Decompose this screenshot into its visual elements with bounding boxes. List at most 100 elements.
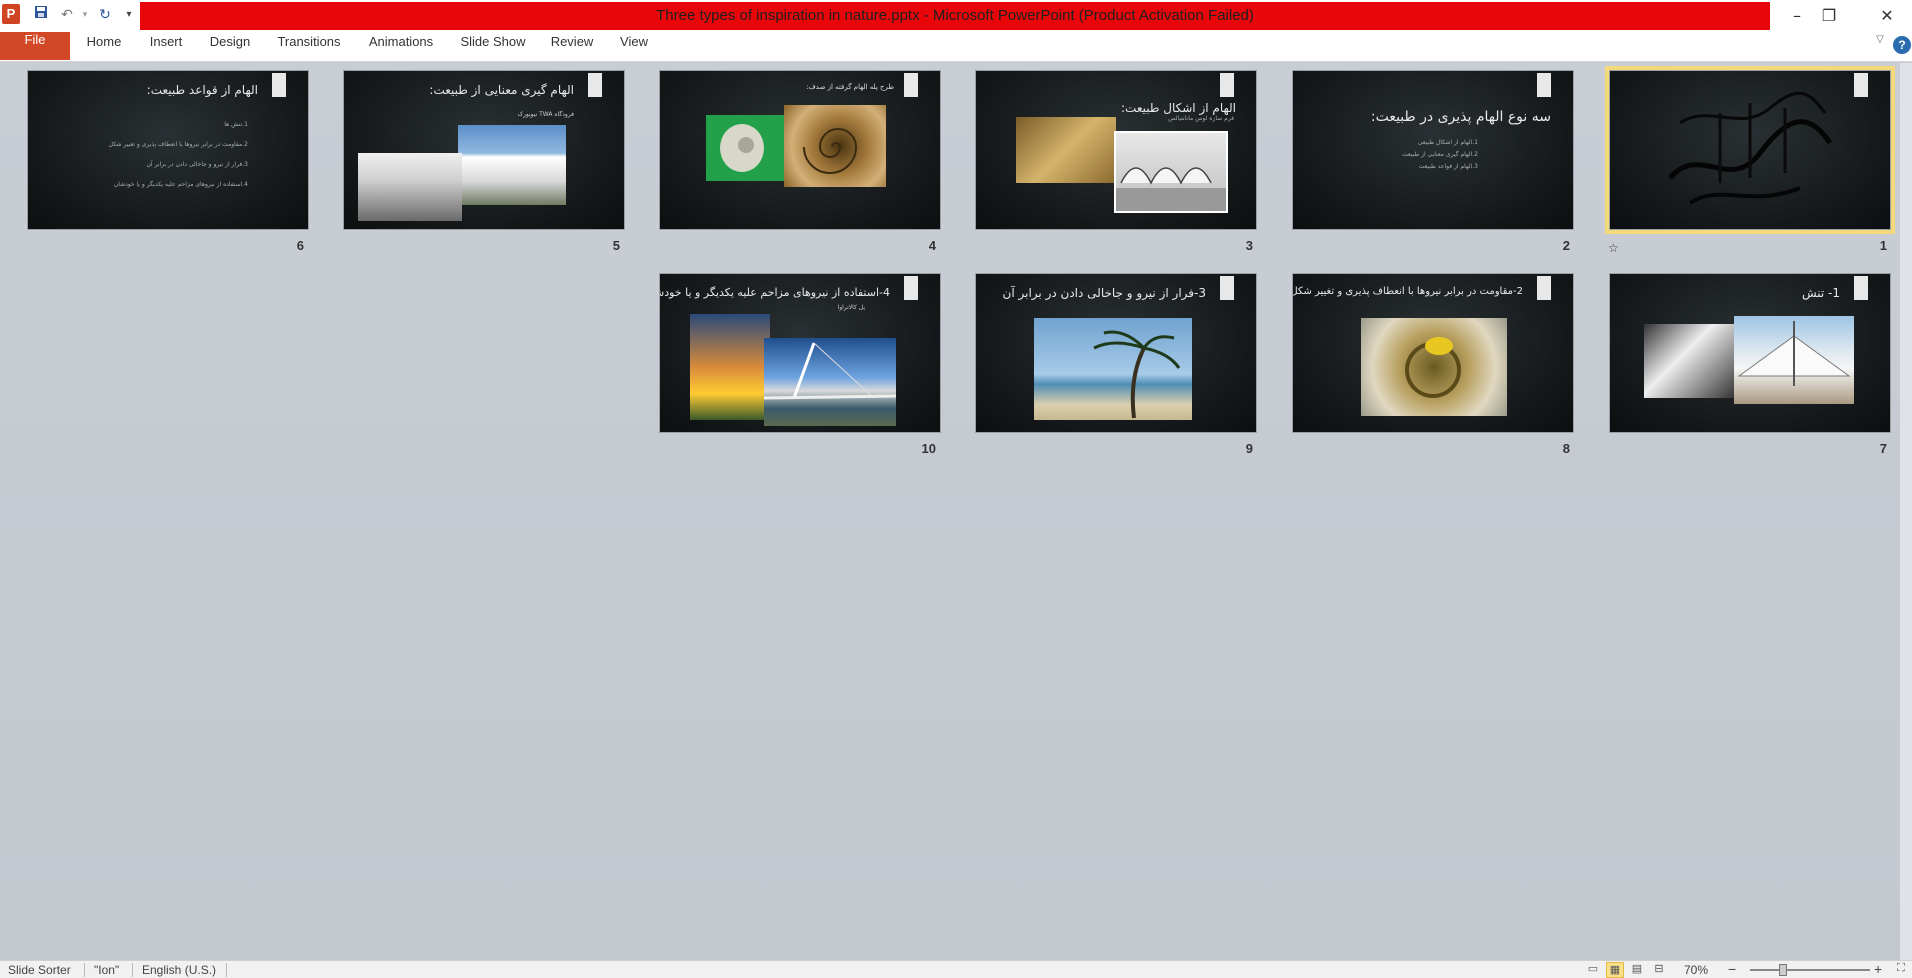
slide-title: 2-مقاومت در برابر نیروها با انعطاف پذیری… (1292, 286, 1523, 297)
customize-qat-icon[interactable]: ▾ (120, 4, 138, 26)
slide-thumbnail-7[interactable]: 1- تنش (1609, 273, 1891, 433)
slide-show-view-icon[interactable]: ⊟ (1650, 962, 1668, 978)
tab-file[interactable]: File (0, 32, 70, 60)
slide-thumbnail-5[interactable]: الهام گیری معنایی از طبیعت: فرودگاه TWA … (343, 70, 625, 230)
reading-view-icon[interactable]: ▤ (1628, 962, 1646, 978)
slide-bullet: 3.الهام از قواعد طبیعت (1418, 163, 1478, 170)
slide-title: الهام از قواعد طبیعت: (146, 83, 258, 97)
slide-number-5: 5 (612, 238, 620, 253)
slide-tag-box (588, 73, 602, 97)
status-separator (226, 963, 227, 977)
slide-thumbnail-1[interactable] (1605, 66, 1895, 234)
slide-thumbnail-4[interactable]: طرح پله الهام گرفته از صدف: (659, 70, 941, 230)
slide-number-7: 7 (1879, 441, 1887, 456)
slide-tag-box (904, 73, 918, 97)
slide-bullet: 1.الهام از اشکال طبیعی (1417, 139, 1478, 146)
powerpoint-app-icon[interactable]: P (2, 4, 20, 24)
slide-title: 3-فرار از نیرو و جاخالی دادن در برابر آن (1002, 286, 1206, 300)
slide-number-3: 3 (1245, 238, 1253, 253)
normal-view-icon[interactable]: ▭ (1584, 962, 1602, 978)
tab-view[interactable]: View (612, 34, 656, 60)
slide-number-2: 2 (1562, 238, 1570, 253)
slide-tag-box (1220, 276, 1234, 300)
slide-title: طرح پله الهام گرفته از صدف: (806, 83, 894, 91)
minimize-ribbon-icon[interactable]: ▽ (1872, 34, 1888, 60)
slide-number-6: 6 (296, 238, 304, 253)
building-photo (1114, 131, 1228, 213)
slide-title: الهام از اشکال طبیعت: (1121, 101, 1236, 115)
slide-bullet: 2.مقاومت در برابر نیروها با انعطاف پذیری… (108, 141, 248, 148)
fit-to-window-icon[interactable]: ⛶ (1892, 962, 1910, 978)
slide-title: 4-استفاده از نیروهای مزاحم علیه یکدیگر و… (659, 286, 890, 299)
status-separator (84, 963, 85, 977)
tensile-structure-photo-2 (1734, 316, 1854, 404)
status-separator (132, 963, 133, 977)
spiral-staircase-photo (784, 105, 886, 187)
slide-number-10: 10 (921, 441, 936, 456)
calatrava-bridge-sunset-photo (690, 314, 770, 420)
zoom-out-button[interactable]: − (1728, 961, 1736, 977)
slide-number-4: 4 (928, 238, 936, 253)
status-bar: Slide Sorter "Ion" English (U.S.) ▭ ▦ ▤ … (0, 960, 1912, 978)
slide-thumbnail-6[interactable]: الهام از قواعد طبیعت: 1.تنش ها 2.مقاومت … (27, 70, 309, 230)
status-language[interactable]: English (U.S.) (142, 963, 216, 977)
help-icon[interactable]: ? (1893, 36, 1911, 54)
window-title: Three types of inspiration in nature.ppt… (140, 2, 1770, 30)
slide-number-1: 1 (1879, 238, 1887, 253)
slide-tag-box (272, 73, 286, 97)
tab-animations[interactable]: Animations (362, 34, 440, 60)
slide-tag-box (1537, 276, 1551, 300)
slide-tag-box (1854, 73, 1868, 97)
close-button[interactable]: ✕ (1864, 0, 1910, 32)
slide-thumbnail-9[interactable]: 3-فرار از نیرو و جاخالی دادن در برابر آن (975, 273, 1257, 433)
tab-transitions[interactable]: Transitions (272, 34, 346, 60)
vertical-scrollbar[interactable] (1900, 63, 1912, 960)
calatrava-bridge-photo (763, 338, 897, 426)
slide-thumbnail-2[interactable]: سه نوع الهام پذیری در طبیعت: 1.الهام از … (1292, 70, 1574, 230)
zoom-in-button[interactable]: + (1874, 961, 1882, 977)
zoom-level[interactable]: 70% (1684, 963, 1708, 977)
slide-title: 1- تنش (1801, 286, 1840, 300)
tab-home[interactable]: Home (80, 34, 128, 60)
tab-review[interactable]: Review (546, 34, 598, 60)
redo-icon[interactable]: ↻ (96, 4, 114, 26)
slide-number-9: 9 (1245, 441, 1253, 456)
status-theme-name[interactable]: "Ion" (94, 963, 119, 977)
status-view-name: Slide Sorter (8, 963, 71, 977)
slide-title: الهام گیری معنایی از طبیعت: (429, 83, 574, 97)
snail-shell-photo (706, 115, 784, 181)
slide-thumbnail-3[interactable]: الهام از اشکال طبیعت: فرم سازه لوس مانان… (975, 70, 1257, 230)
slide-thumbnail-8[interactable]: 2-مقاومت در برابر نیروها با انعطاف پذیری… (1292, 273, 1574, 433)
undo-icon[interactable]: ↶ (58, 4, 76, 26)
slide-sorter-pane: 1 ☆ سه نوع الهام پذیری در طبیعت: 1.الهام… (0, 63, 1900, 960)
restore-button[interactable]: ❐ (1806, 0, 1852, 32)
tab-slide-show[interactable]: Slide Show (456, 34, 530, 60)
slide-thumbnail-10[interactable]: 4-استفاده از نیروهای مزاحم علیه یکدیگر و… (659, 273, 941, 433)
slide-title: سه نوع الهام پذیری در طبیعت: (1370, 109, 1551, 125)
slide-subtitle: فرم سازه لوس مانانتیالس (1168, 115, 1234, 122)
title-bar: P ↶ ▾ ↻ ▾ Three types of inspiration in … (0, 0, 1912, 32)
slide-bullet: 4.استفاده از نیروهای مزاحم علیه یکدیگر و… (113, 181, 248, 188)
undo-dropdown-icon[interactable]: ▾ (76, 4, 94, 26)
twa-terminal-interior-photo (358, 153, 462, 221)
slide-sorter-view-icon[interactable]: ▦ (1606, 962, 1624, 978)
slide-subtitle: پل کالاتراوا (837, 304, 865, 311)
ribbon-tabs: File Home Insert Design Transitions Anim… (0, 32, 1912, 62)
save-icon[interactable] (32, 4, 50, 26)
slide-tag-box (1537, 73, 1551, 97)
animation-star-icon[interactable]: ☆ (1608, 241, 1619, 255)
slide-tag-box (1854, 276, 1868, 300)
tab-insert[interactable]: Insert (140, 34, 192, 60)
slide-number-8: 8 (1562, 441, 1570, 456)
slide-bullet: 3.فرار از نیرو و جاخالی دادن در برابر آن (146, 161, 248, 168)
slide-tag-box (904, 276, 918, 300)
weaver-bird-nest-photo (1361, 318, 1507, 416)
palm-tree-in-wind-photo (1034, 318, 1192, 420)
tab-design[interactable]: Design (204, 34, 256, 60)
slide-subtitle: فرودگاه TWA نیویورک (517, 111, 574, 118)
shell-photo (1016, 117, 1116, 183)
zoom-slider-track[interactable] (1750, 969, 1870, 971)
zoom-slider-thumb[interactable] (1779, 964, 1787, 976)
twa-terminal-exterior-photo (458, 125, 566, 205)
tensile-structure-photo-1 (1644, 324, 1744, 398)
